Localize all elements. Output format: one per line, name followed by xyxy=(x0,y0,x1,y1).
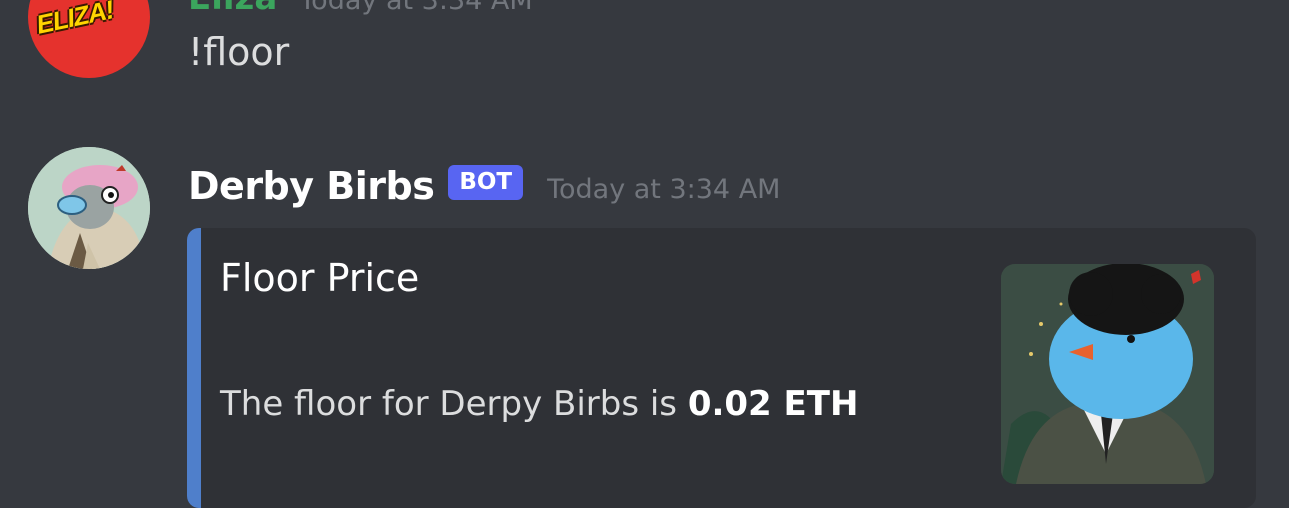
bird-nft-icon xyxy=(1001,264,1214,484)
message-eliza: ELIZA! Eliza Today at 3:34 AM !floor xyxy=(0,0,1289,110)
author-name[interactable]: Eliza xyxy=(188,0,277,18)
avatar-derby-birbs[interactable] xyxy=(28,147,150,269)
embed-accent-bar xyxy=(187,228,201,508)
embed-card: Floor Price The floor for Derpy Birbs is… xyxy=(187,228,1256,508)
embed-thumbnail[interactable] xyxy=(1001,264,1214,484)
embed-description: The floor for Derpy Birbs is 0.02 ETH xyxy=(220,384,858,424)
floor-price-value: 0.02 ETH xyxy=(687,384,859,424)
message-header: Eliza Today at 3:34 AM xyxy=(188,0,533,18)
bot-badge: BOT xyxy=(448,164,524,200)
message-timestamp: Today at 3:34 AM xyxy=(547,173,781,205)
bird-avatar-icon xyxy=(28,147,150,269)
message-timestamp: Today at 3:34 AM xyxy=(299,0,533,16)
message-text: !floor xyxy=(188,30,290,74)
author-name[interactable]: Derby Birbs xyxy=(188,164,435,208)
embed-title: Floor Price xyxy=(220,256,420,300)
message-header: Derby Birbs BOT Today at 3:34 AM xyxy=(188,156,780,216)
eliza-logo: ELIZA! xyxy=(33,0,116,40)
embed-description-text: The floor for Derpy Birbs is xyxy=(220,384,688,424)
message-derby-birbs: Derby Birbs BOT Today at 3:34 AM Floor P… xyxy=(0,140,1289,508)
avatar-eliza[interactable]: ELIZA! xyxy=(28,0,150,78)
